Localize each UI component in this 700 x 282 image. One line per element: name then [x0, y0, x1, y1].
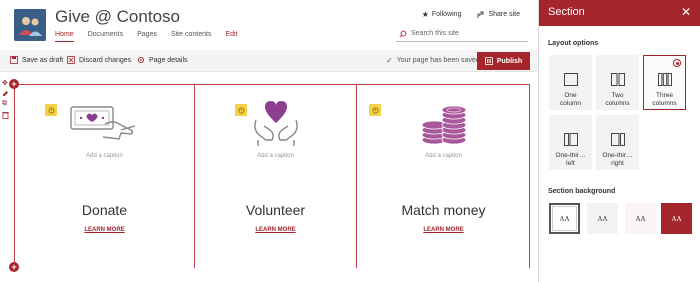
following-button[interactable]: ★ Following	[422, 10, 462, 19]
page-details-label: Page details	[149, 56, 188, 64]
pencil-icon	[372, 107, 378, 113]
search-placeholder: Search this site	[411, 30, 459, 37]
check-icon: ✓	[386, 56, 393, 65]
search-input[interactable]: Search this site	[396, 26, 528, 42]
nav-site-contents[interactable]: Site contents	[171, 31, 211, 42]
edit-web-part-badge[interactable]	[369, 104, 381, 116]
delete-icon[interactable]	[2, 111, 9, 119]
publish-label: Publish	[496, 57, 523, 65]
gear-icon	[137, 56, 145, 64]
nav-home[interactable]: Home	[55, 31, 74, 42]
image-caption[interactable]: Add a caption	[195, 153, 356, 159]
panel-header: Section ✕	[539, 0, 700, 26]
one-column-icon	[563, 73, 578, 86]
layout-one-third-right[interactable]: One-thir… right	[596, 115, 639, 170]
save-as-draft-label: Save as draft	[22, 56, 64, 64]
layout-one-third-left[interactable]: One-thir… left	[549, 115, 592, 170]
learn-more-link[interactable]: LEARN MORE	[357, 227, 530, 233]
layout-one-column[interactable]: One column	[549, 55, 592, 110]
site-title: Give @ Contoso	[55, 7, 180, 26]
swatch-text: AA	[597, 214, 608, 223]
donate-hand-money-icon[interactable]	[65, 98, 145, 148]
swatch-text: AA	[671, 214, 682, 223]
add-section-bottom-button[interactable]: +	[9, 262, 19, 272]
discard-icon	[67, 56, 75, 64]
following-label: Following	[431, 11, 462, 18]
site-header: Give @ Contoso Home Documents Pages Site…	[0, 0, 538, 50]
save-as-draft-button[interactable]: Save as draft	[10, 56, 63, 64]
column-heading: Match money	[401, 202, 486, 218]
discard-changes-label: Discard changes	[79, 56, 132, 64]
one-third-right-icon	[610, 133, 625, 146]
publish-icon	[484, 57, 493, 65]
star-icon: ★	[421, 10, 429, 19]
background-swatch-neutral[interactable]: AA	[587, 203, 618, 234]
layout-two-columns[interactable]: Two columns	[596, 55, 639, 110]
nav-pages[interactable]: Pages	[137, 31, 157, 42]
swatch-text: AA	[559, 214, 570, 223]
move-icon[interactable]: ✥	[2, 79, 9, 87]
column-volunteer: Add a caption Volunteer LEARN MORE	[195, 84, 356, 254]
nav-documents[interactable]: Documents	[88, 31, 123, 42]
section-toolbar: ✥ ⧉	[2, 79, 9, 119]
save-icon	[10, 56, 18, 64]
duplicate-icon[interactable]: ⧉	[2, 100, 9, 108]
site-logo[interactable]	[14, 9, 46, 41]
background-swatch-none[interactable]: AA	[549, 203, 580, 234]
three-columns-icon	[657, 73, 672, 86]
coin-stack-icon[interactable]	[404, 98, 484, 148]
column-heading: Volunteer	[245, 202, 306, 218]
page-canvas: ✥ ⧉ + + Add a caption Donate LEARN MORE	[0, 72, 538, 282]
section-panel: Section ✕ Layout options One column Two co…	[538, 0, 700, 282]
two-columns-icon	[610, 73, 625, 86]
publish-button[interactable]: Publish	[477, 52, 530, 70]
command-bar: Save as draft Discard changes Page detai…	[0, 50, 538, 72]
background-swatch-strong[interactable]: AA	[661, 203, 692, 234]
one-third-left-icon	[563, 133, 578, 146]
page-details-button[interactable]: Page details	[137, 56, 188, 64]
saved-status: ✓ Your page has been saved	[386, 56, 480, 65]
layout-three-columns[interactable]: Three columns	[643, 55, 686, 110]
panel-title: Section	[548, 6, 585, 18]
selected-radio	[673, 59, 681, 67]
learn-more-link[interactable]: LEARN MORE	[15, 227, 194, 233]
layout-options-label: Layout options	[548, 40, 599, 47]
nav-edit[interactable]: Edit	[225, 31, 237, 42]
column-match-money: Add a caption Match money LEARN MORE	[357, 84, 530, 254]
share-icon	[478, 11, 484, 18]
pencil-icon	[48, 107, 54, 113]
header-actions: ★ Following Share site	[422, 10, 520, 19]
discard-changes-button[interactable]: Discard changes	[67, 56, 131, 64]
hands-heart-icon[interactable]	[236, 98, 316, 148]
image-caption[interactable]: Add a caption	[357, 153, 530, 159]
swatch-text: AA	[635, 214, 646, 223]
learn-more-link[interactable]: LEARN MORE	[195, 227, 356, 233]
section-background-label: Section background	[548, 188, 616, 195]
layout-label: One column	[560, 92, 581, 107]
edit-section-icon[interactable]	[2, 90, 9, 97]
search-icon	[399, 30, 407, 38]
saved-status-text: Your page has been saved	[396, 57, 480, 64]
image-caption[interactable]: Add a caption	[15, 153, 194, 159]
background-swatch-soft[interactable]: AA	[625, 203, 656, 234]
share-site-label: Share site	[488, 11, 520, 18]
layout-label: Two columns	[605, 92, 630, 107]
layout-label: One-thir… right	[602, 152, 633, 167]
column-heading: Donate	[81, 202, 128, 218]
share-site-button[interactable]: Share site	[477, 10, 520, 19]
site-nav: Home Documents Pages Site contents Edit	[55, 31, 237, 42]
column-donate: Add a caption Donate LEARN MORE	[15, 84, 194, 254]
layout-label: Three columns	[652, 92, 677, 107]
edit-web-part-badge[interactable]	[45, 104, 57, 116]
layout-label: One-thir… left	[555, 152, 586, 167]
close-icon[interactable]: ✕	[681, 5, 691, 19]
